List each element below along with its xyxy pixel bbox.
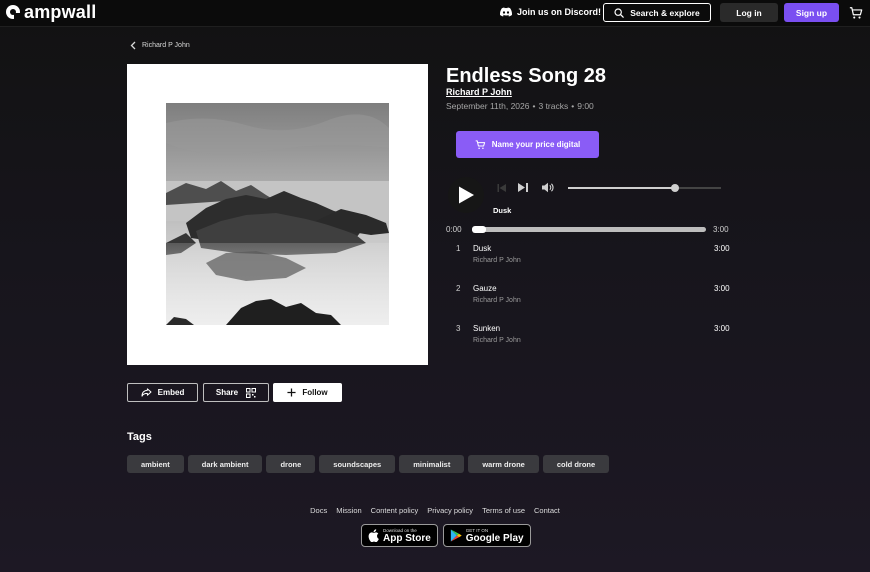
top-navbar: ampwall Join us on Discord! Search & exp…	[0, 0, 870, 27]
footer-link-terms[interactable]: Terms of use	[482, 506, 525, 515]
track-artist: Richard P John	[473, 337, 521, 344]
total-duration: 9:00	[577, 101, 594, 111]
meta-separator: •	[571, 101, 575, 111]
signup-button[interactable]: Sign up	[784, 3, 839, 22]
progress-handle[interactable]	[472, 226, 486, 233]
play-button[interactable]	[448, 177, 484, 213]
track-number: 2	[456, 284, 461, 293]
tag-cold-drone[interactable]: cold drone	[542, 455, 610, 473]
track-duration: 3:00	[714, 284, 730, 293]
volume-icon[interactable]	[541, 182, 554, 193]
logo-icon	[6, 5, 20, 19]
footer-link-contact[interactable]: Contact	[534, 506, 560, 515]
name-your-price-button[interactable]: Name your price digital	[456, 131, 599, 158]
discord-icon	[500, 7, 512, 17]
share-label: Share	[215, 388, 239, 397]
app-store-badges: Download on the App Store GET IT ON Goog…	[361, 524, 531, 547]
share-button[interactable]: Share	[203, 383, 269, 402]
google-play-badge[interactable]: GET IT ON Google Play	[442, 524, 531, 547]
follow-button[interactable]: Follow	[273, 383, 342, 402]
volume-handle[interactable]	[671, 184, 680, 192]
search-label: Search & explore	[630, 7, 700, 18]
app-store-badge[interactable]: Download on the App Store	[361, 524, 438, 547]
previous-track-icon[interactable]	[497, 183, 507, 193]
qr-code-icon	[246, 387, 257, 398]
breadcrumb-artist[interactable]: Richard P John	[142, 42, 190, 49]
footer-link-docs[interactable]: Docs	[310, 506, 327, 515]
google-play-big-text: Google Play	[465, 532, 524, 544]
album-meta: September 11th, 2026 • 3 tracks • 9:00	[446, 101, 594, 111]
brand-logo[interactable]: ampwall	[6, 3, 96, 21]
tag-drone[interactable]: drone	[266, 455, 316, 473]
tag-soundscapes[interactable]: soundscapes	[319, 455, 396, 473]
tag-dark-ambient[interactable]: dark ambient	[187, 455, 263, 473]
track-title[interactable]: Gauze	[473, 284, 497, 293]
tag-list: ambient dark ambient drone soundscapes m…	[127, 455, 610, 473]
meta-separator: •	[532, 101, 536, 111]
brand-name: ampwall	[24, 2, 97, 22]
track-number: 3	[456, 324, 461, 333]
embed-button[interactable]: Embed	[127, 383, 198, 402]
current-time: 0:00	[446, 225, 462, 234]
discord-label: Join us on Discord!	[517, 7, 602, 17]
track-artist: Richard P John	[473, 297, 521, 304]
footer-link-privacy-policy[interactable]: Privacy policy	[427, 506, 473, 515]
footer-link-mission[interactable]: Mission	[336, 506, 361, 515]
progress-bar[interactable]	[472, 226, 706, 233]
track-artist: Richard P John	[473, 257, 521, 264]
embed-label: Embed	[157, 388, 185, 397]
price-label: Name your price digital	[491, 140, 581, 149]
total-time: 3:00	[713, 225, 729, 234]
now-playing-title: Dusk	[493, 206, 512, 215]
volume-fill	[568, 187, 676, 189]
track-row[interactable]: 1 Dusk Richard P John 3:00	[446, 244, 736, 274]
track-count: 3 tracks	[538, 101, 569, 111]
volume-slider[interactable]	[568, 184, 721, 192]
app-store-big-text: App Store	[383, 532, 431, 544]
tag-warm-drone[interactable]: warm drone	[468, 455, 539, 473]
share-arrow-icon	[141, 388, 152, 397]
track-row[interactable]: 3 Sunken Richard P John 3:00	[446, 324, 736, 354]
login-button[interactable]: Log in	[720, 3, 778, 22]
tag-ambient[interactable]: ambient	[127, 455, 184, 473]
track-title[interactable]: Sunken	[473, 324, 500, 333]
rocky-seascape-image	[166, 103, 389, 325]
discord-link[interactable]: Join us on Discord!	[500, 7, 601, 17]
tags-heading: Tags	[127, 431, 152, 443]
cart-icon	[475, 139, 485, 149]
footer-links: Docs Mission Content policy Privacy poli…	[0, 506, 870, 515]
artist-link[interactable]: Richard P John	[446, 87, 512, 97]
track-title[interactable]: Dusk	[473, 244, 491, 253]
album-cover-image	[166, 103, 389, 325]
chevron-left-icon	[130, 41, 136, 50]
search-icon	[614, 7, 625, 18]
next-track-icon[interactable]	[517, 182, 529, 193]
tag-minimalist[interactable]: minimalist	[399, 455, 465, 473]
track-duration: 3:00	[714, 244, 730, 253]
cart-icon[interactable]	[849, 6, 863, 20]
google-play-icon	[450, 529, 462, 542]
follow-label: Follow	[302, 388, 328, 397]
track-number: 1	[456, 244, 461, 253]
search-explore-button[interactable]: Search & explore	[603, 3, 711, 22]
track-duration: 3:00	[714, 324, 730, 333]
track-row[interactable]: 2 Gauze Richard P John 3:00	[446, 284, 736, 314]
album-title: Endless Song 28	[446, 65, 607, 87]
play-icon	[459, 186, 474, 204]
album-cover	[127, 64, 428, 365]
footer-link-content-policy[interactable]: Content policy	[371, 506, 419, 515]
breadcrumb[interactable]: Richard P John	[130, 41, 190, 50]
release-date: September 11th, 2026	[446, 101, 530, 111]
apple-icon	[368, 529, 379, 542]
plus-icon	[287, 388, 296, 397]
